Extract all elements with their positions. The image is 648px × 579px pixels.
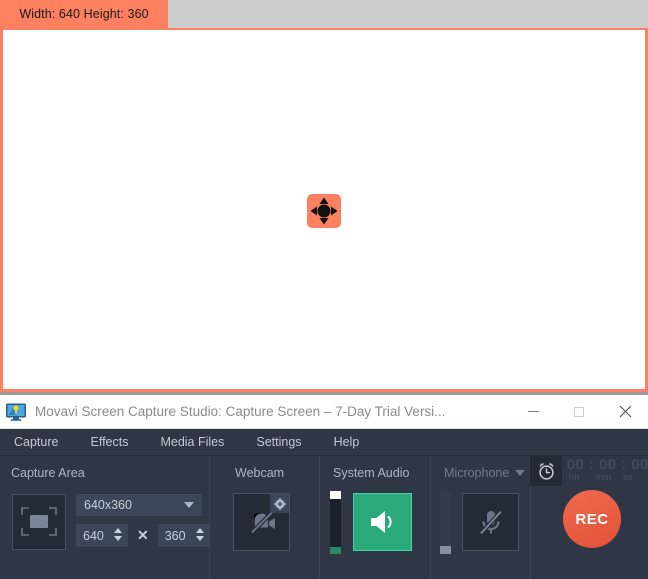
chevron-down-icon[interactable] — [515, 470, 526, 476]
recording-timer: 00 : 00 : 00 hh mm ss — [530, 456, 648, 486]
timer-unit-hh: hh — [569, 472, 580, 482]
resolution-preset-value: 640x360 — [84, 498, 132, 512]
microphone-off-icon — [478, 510, 503, 535]
record-panel: 00 : 00 : 00 hh mm ss REC — [530, 456, 648, 579]
maximize-button[interactable] — [556, 395, 602, 428]
title-bar: Movavi Screen Capture Studio: Capture Sc… — [0, 395, 648, 429]
system-audio-toggle-button[interactable] — [353, 493, 412, 551]
volume-fill — [330, 547, 341, 554]
microphone-panel: Microphone — [430, 456, 530, 579]
capture-frame-icon[interactable] — [12, 494, 66, 550]
webcam-title: Webcam — [235, 466, 285, 480]
timer-value: 00 : 00 : 00 — [567, 456, 648, 472]
move-handle-icon[interactable] — [307, 194, 341, 228]
schedule-button[interactable] — [530, 456, 562, 486]
timer-unit-mm: mm — [596, 472, 612, 482]
timer-unit-ss: ss — [623, 472, 633, 482]
chevron-up-icon[interactable] — [195, 528, 204, 533]
close-button[interactable] — [602, 395, 648, 428]
speaker-on-icon — [370, 511, 392, 533]
volume-knob[interactable] — [330, 491, 341, 499]
width-stepper[interactable]: 640 — [76, 524, 128, 547]
menu-bar: Capture Effects Media Files Settings Hel… — [0, 429, 648, 456]
webcam-panel: Webcam — [209, 456, 319, 579]
dimension-separator: ✕ — [137, 527, 149, 543]
webcam-settings-button[interactable] — [270, 494, 289, 513]
system-audio-title: System Audio — [333, 466, 410, 480]
microphone-toggle-button[interactable] — [462, 493, 519, 551]
menu-item-settings[interactable]: Settings — [256, 435, 301, 449]
menu-item-help[interactable]: Help — [334, 435, 360, 449]
close-icon — [619, 405, 631, 418]
minimize-icon — [527, 411, 539, 412]
timer-units: hh mm ss — [569, 472, 648, 482]
minimize-button[interactable] — [510, 395, 556, 428]
webcam-toggle-button[interactable] — [233, 493, 290, 551]
stepper-arrows[interactable] — [195, 528, 204, 541]
menu-item-media-files[interactable]: Media Files — [160, 435, 224, 449]
alarm-clock-icon — [538, 462, 554, 480]
volume-knob[interactable] — [440, 546, 451, 554]
menu-item-effects[interactable]: Effects — [90, 435, 128, 449]
resolution-preset-dropdown[interactable]: 640x360 — [76, 494, 202, 516]
stepper-arrows[interactable] — [114, 528, 122, 541]
system-audio-panel: System Audio — [319, 456, 430, 579]
movavi-monitor-icon — [6, 403, 26, 421]
height-value: 360 — [164, 528, 186, 543]
microphone-title: Microphone — [444, 466, 510, 480]
movavi-app-window: Movavi Screen Capture Studio: Capture Sc… — [0, 395, 648, 579]
height-stepper[interactable]: 360 — [157, 524, 210, 547]
capture-area-panel: Capture Area 640x360 640 ✕ 360 — [0, 456, 210, 579]
microphone-title-row[interactable]: Microphone — [444, 466, 526, 480]
microphone-volume-slider[interactable] — [440, 491, 451, 554]
chevron-up-icon[interactable] — [114, 528, 122, 533]
maximize-icon — [574, 406, 584, 417]
chevron-down-icon[interactable] — [114, 536, 122, 541]
menu-item-capture[interactable]: Capture — [14, 435, 58, 449]
control-panels: Capture Area 640x360 640 ✕ 360 Webcam Sy… — [0, 456, 648, 579]
dimensions-row: 640 ✕ 360 — [76, 524, 210, 547]
width-value: 640 — [83, 528, 104, 543]
gear-icon — [273, 497, 286, 510]
chevron-down-icon — [184, 502, 194, 508]
capture-overlay: Width: 640 Height: 360 — [0, 0, 648, 395]
system-audio-volume-slider[interactable] — [330, 491, 341, 554]
record-button-label: REC — [575, 510, 609, 528]
chevron-down-icon[interactable] — [195, 536, 204, 541]
capture-size-label: Width: 640 Height: 360 — [0, 0, 168, 28]
capture-area-title: Capture Area — [11, 466, 85, 480]
record-button[interactable]: REC — [563, 490, 621, 548]
window-title: Movavi Screen Capture Studio: Capture Sc… — [35, 404, 446, 419]
timer-readout: 00 : 00 : 00 hh mm ss — [562, 456, 648, 486]
